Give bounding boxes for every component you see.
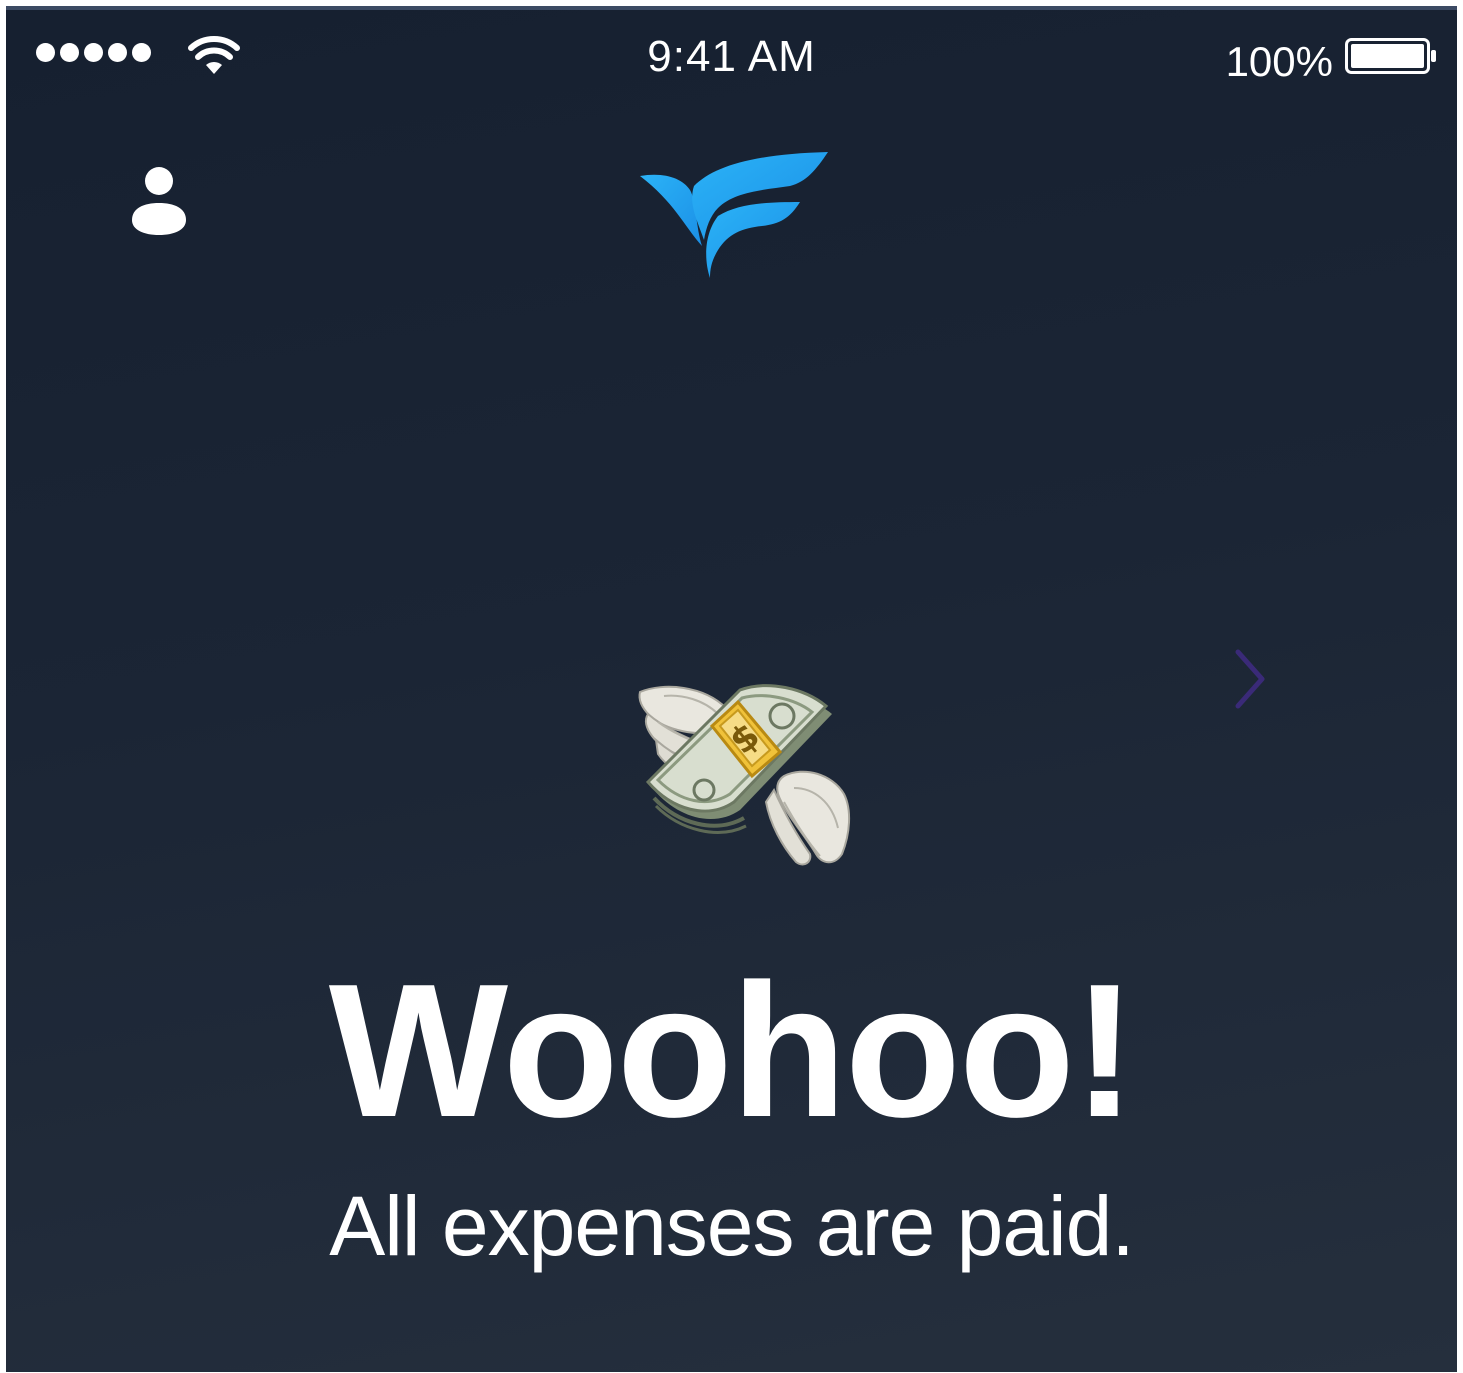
chevron-right-icon [1235,649,1265,709]
money-with-wings-icon: $ [638,684,850,866]
right-wing [764,770,850,866]
bird-wing-logo-icon [640,152,828,278]
battery-percentage: 100% [1225,38,1333,85]
status-bar: 9:41 AM 100% [6,6,1457,106]
battery-icon [1345,38,1436,74]
next-page-button[interactable] [1230,646,1270,712]
profile-button[interactable] [126,164,192,240]
success-headline: Woohoo! [328,945,1136,1157]
success-message: All expenses are paid. [329,1179,1135,1273]
person-icon [132,167,186,235]
app-screen: 9:41 AM 100% $ Woohoo! All expenses are … [6,6,1457,1372]
